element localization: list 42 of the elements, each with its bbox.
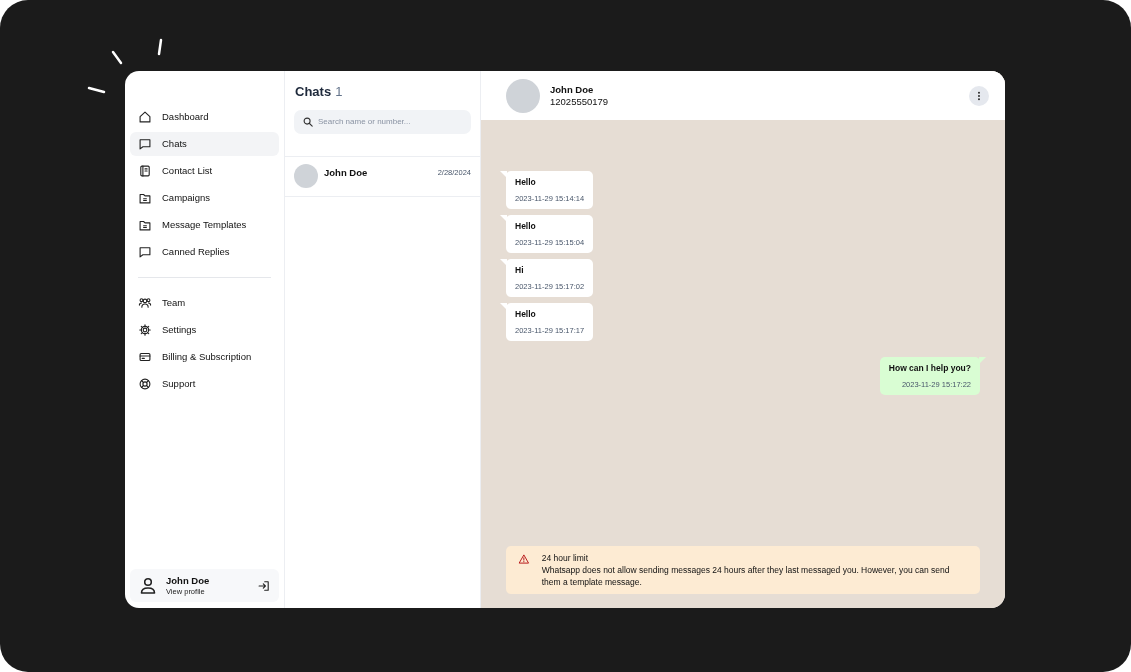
nav-item[interactable]: Canned Replies [130,240,279,264]
message-text: Hi [515,264,525,277]
avatar-photo-placeholder [294,163,318,188]
contact-name: John Doe [550,83,595,96]
notice-title: 24 hour limit [541,552,589,564]
nav-item[interactable]: Billing & Subscription [130,345,279,369]
folder-icon [138,191,152,205]
message-text: How can I help you? [888,362,971,375]
search-field[interactable]: Search name or number... [294,109,471,134]
chat-bubble-icon [138,137,152,151]
nav-item[interactable]: Message Templates [130,213,279,237]
home-icon [138,110,152,124]
nav-item[interactable]: Team [130,291,279,315]
logout-icon [257,578,271,593]
message-text: Hello [515,176,537,189]
nav-item[interactable]: Chats [130,132,279,156]
contact-name: John Doe [324,165,369,180]
profile-name: John Doe [166,574,211,587]
message-text: Hello [515,220,537,233]
nav-item[interactable]: Support [130,372,279,396]
people-icon [138,296,152,310]
chats-title: Chats [295,83,332,101]
message-text: Hello [515,308,537,321]
nav-item[interactable]: Settings [130,318,279,342]
chat-count: 1 [335,83,343,101]
credit-card-icon [138,350,152,364]
warning-icon [518,552,530,566]
nav-item[interactable]: Contact List [130,159,279,183]
chat-bubble-icon [138,245,152,259]
logout-button[interactable] [257,578,271,593]
notice-text: Whatsapp does not allow sending messages 24 hours after they last messaged you. However, you can send them a template message. [541,564,951,588]
search-icon [302,115,314,128]
nav-item[interactable]: Campaigns [130,186,279,210]
settings-icon [138,323,152,337]
more-options-button[interactable] [969,85,989,106]
contact-phone: 12025550179 [550,95,610,108]
avatar-photo-placeholder [506,78,540,113]
user-icon [138,575,158,596]
lifebuoy-icon [138,377,152,391]
notebook-icon [138,164,152,178]
folder-icon [138,218,152,232]
nav-item[interactable]: Dashboard [130,105,279,129]
